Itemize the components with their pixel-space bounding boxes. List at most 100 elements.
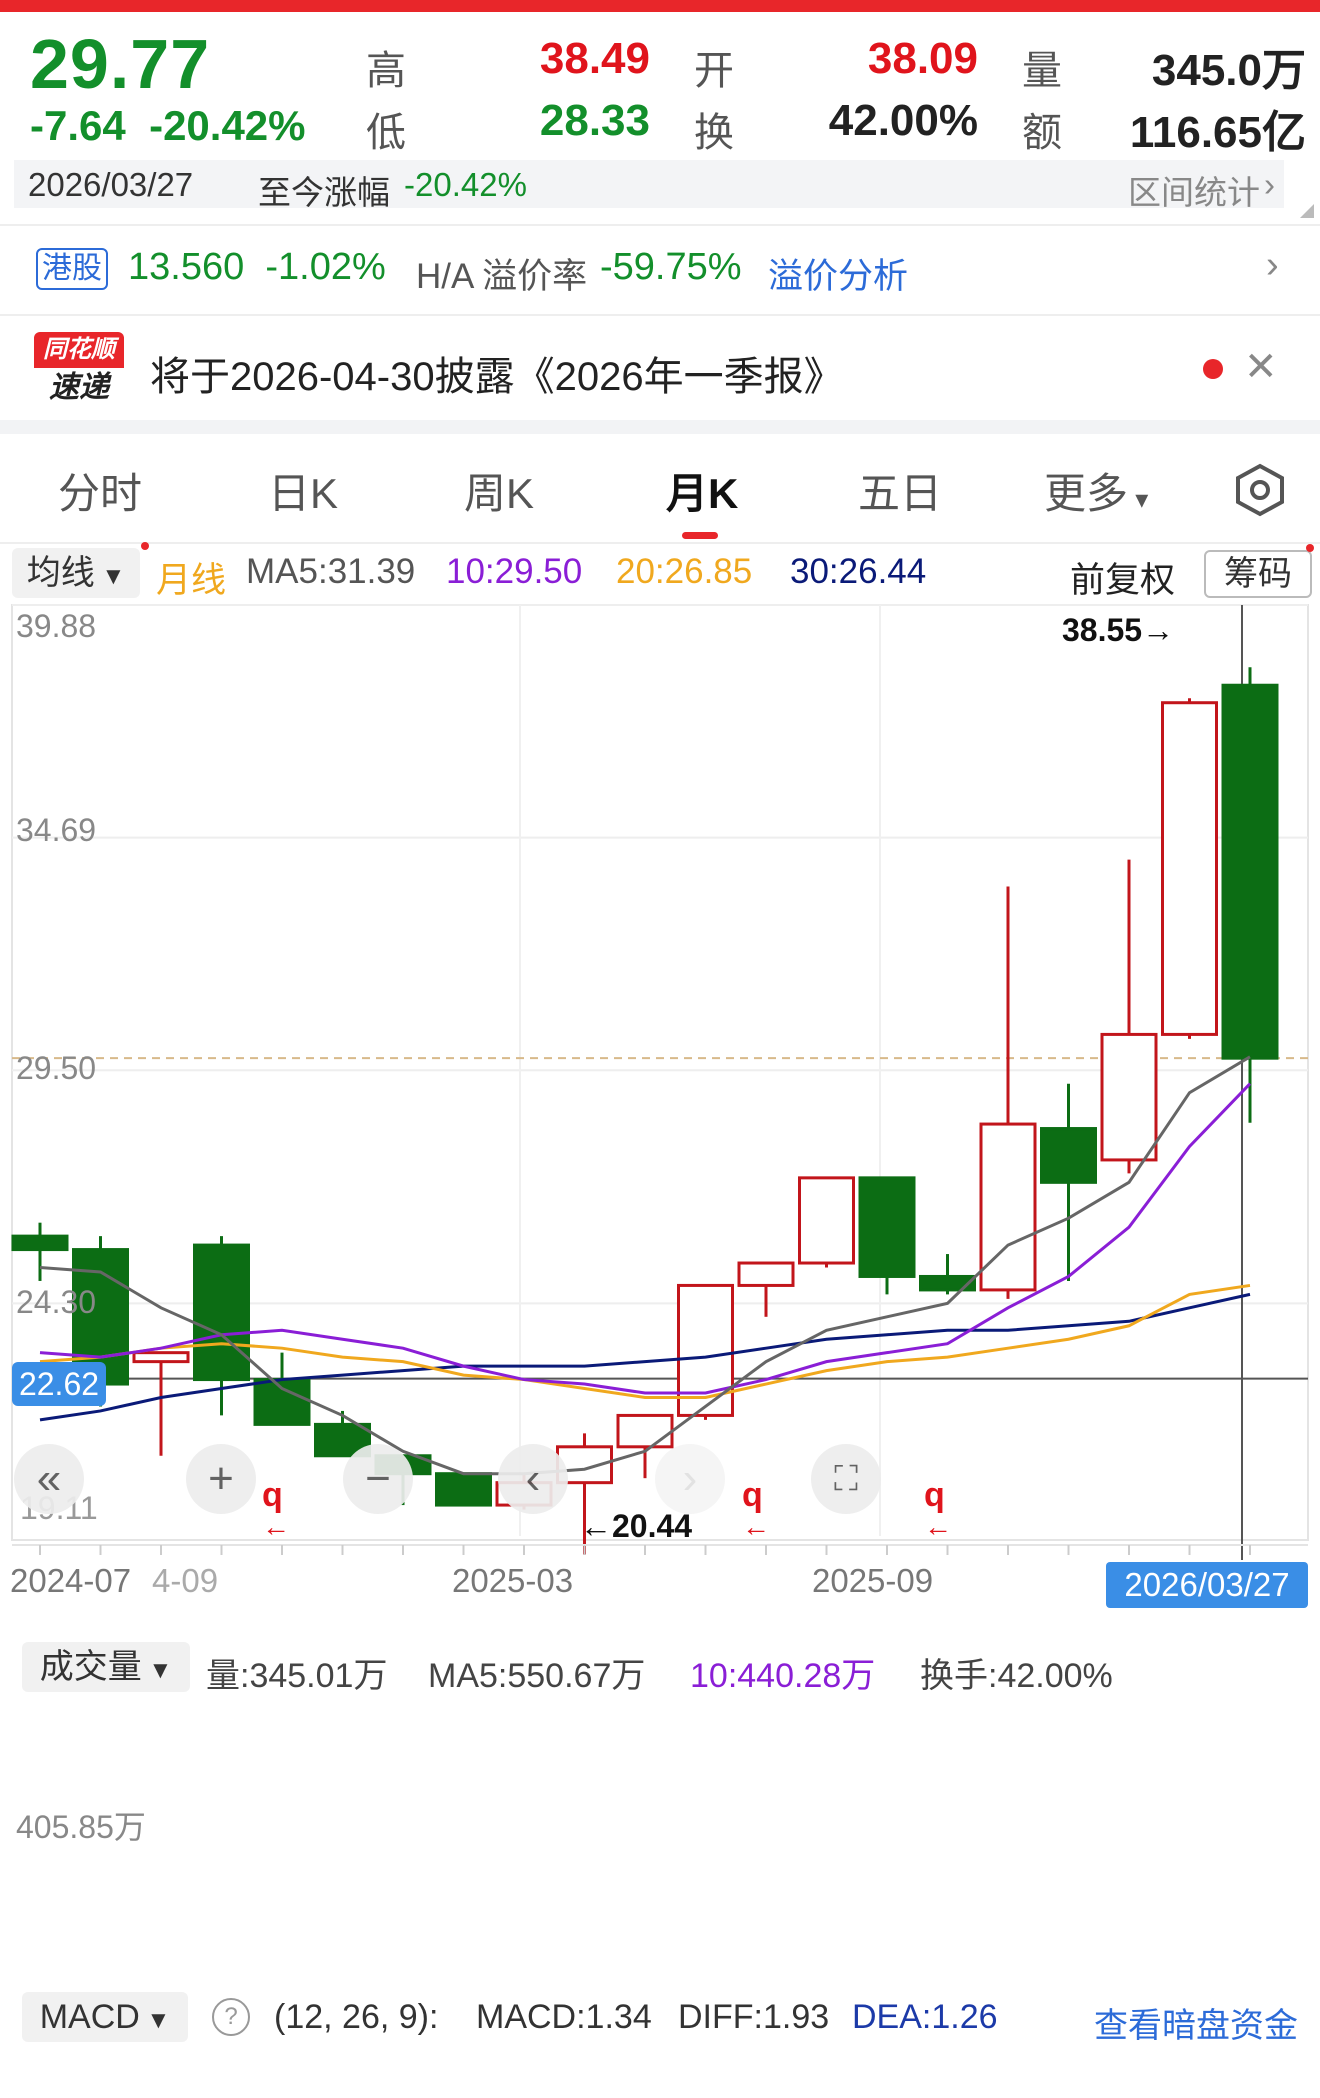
fullscreen-icon: ⛶ [834, 1459, 858, 1498]
caret-down-icon: ▼ [141, 1657, 173, 1684]
diff-value: DIFF:1.93 [678, 1998, 830, 2036]
turnover-text: 换手:42.00% [920, 1657, 1113, 1695]
candle-body [1040, 1127, 1097, 1184]
interval-stats-link[interactable]: 区间统计 [1128, 166, 1260, 214]
y-tick: 29.50 [16, 1050, 97, 1086]
candle-body [677, 1283, 734, 1417]
open-label: 开 [694, 49, 734, 93]
since-label: 至今涨幅 [258, 174, 390, 211]
low-label: 低 [366, 111, 406, 155]
double-chevron-left-icon: « [36, 1454, 62, 1503]
zoom-in-button[interactable]: + [186, 1444, 256, 1514]
turnover-value: 42.00% [828, 96, 978, 145]
caret-down-icon: ▼ [139, 2007, 171, 2034]
candle-body [193, 1243, 250, 1382]
chevron-right-icon[interactable]: › [1266, 244, 1279, 287]
x-tick: 4-09 [152, 1562, 219, 1599]
dark-pool-link[interactable]: 查看暗盘资金 [1094, 1998, 1298, 2047]
dividend-marker-icon[interactable]: q ← [262, 1478, 290, 1542]
volume-indicator-selector[interactable]: 成交量 ▼ [22, 1642, 190, 1692]
tab-monthly-k[interactable]: 月K [666, 460, 738, 521]
chevron-left-icon: ‹ [525, 1454, 541, 1503]
tonghuashun-logo: 同花顺 速递 [34, 332, 124, 408]
dividend-marker-icon[interactable]: q ← [924, 1478, 952, 1542]
last-price: 29.77 [30, 25, 211, 103]
interval-date: 2026/03/27 [28, 166, 194, 203]
chevron-right-icon: › [682, 1454, 698, 1503]
turnover-label: 换 [694, 111, 734, 155]
candle-body [11, 1234, 69, 1252]
candle-body [858, 1176, 916, 1278]
max-price-annotation: 38.55→ [1062, 612, 1175, 648]
premium-label: H/A 溢价率 [416, 257, 588, 296]
tab-intraday[interactable]: 分时 [58, 460, 142, 521]
candle-body [798, 1176, 855, 1265]
notice-text[interactable]: 将于2026-04-30披露《2026年一季报》 [150, 344, 844, 402]
hk-price: 13.560 -1.02% [128, 246, 386, 288]
volume-ma5: MA5:550.67万 [428, 1657, 646, 1695]
volume-ma10: 10:440.28万 [690, 1657, 876, 1695]
crosshair-date-tag: 2026/03/27 [1106, 1562, 1308, 1608]
divider [0, 224, 1320, 226]
volume-y-tick: 405.85万 [16, 1809, 146, 1845]
crosshair-price-tag: 22.62 [12, 1362, 106, 1406]
high-label: 高 [366, 49, 406, 93]
dividend-marker-icon[interactable]: q ← [742, 1478, 770, 1542]
y-tick: 39.88 [16, 608, 97, 644]
fast-rewind-button[interactable]: « [14, 1444, 84, 1514]
caret-down-icon: ▾ [1128, 484, 1149, 514]
tab-five-day[interactable]: 五日 [858, 460, 942, 521]
candle-body [1161, 701, 1218, 1036]
tab-weekly-k[interactable]: 周K [464, 460, 534, 521]
fullscreen-button[interactable]: ⛶ [811, 1444, 881, 1514]
settings-hex-icon[interactable] [1232, 462, 1288, 518]
open-value: 38.09 [867, 34, 978, 83]
low-value: 28.33 [539, 96, 650, 145]
y-tick: 24.30 [16, 1284, 97, 1320]
volume-text: 量:345.01万 [206, 1657, 388, 1695]
volume-value: 345.0万 [1151, 46, 1306, 95]
close-icon[interactable]: ✕ [1244, 344, 1278, 390]
premium-analysis-link[interactable]: 溢价分析 [768, 248, 908, 299]
tab-daily-k[interactable]: 日K [268, 460, 338, 521]
kline-chart[interactable] [0, 540, 1320, 1560]
macd-value: MACD:1.34 [476, 1998, 652, 2036]
volume-label: 量 [1022, 49, 1062, 93]
price-change: -7.64 -20.42% [30, 102, 306, 149]
scroll-right-button[interactable]: › [655, 1444, 725, 1514]
min-price-annotation: ←20.44 [580, 1508, 693, 1544]
divider [0, 314, 1320, 316]
candle-body [1221, 683, 1279, 1060]
x-tick: 2024-07 [10, 1562, 132, 1599]
hk-share-tag: 港股 [36, 248, 108, 290]
candle-body [737, 1261, 795, 1287]
unread-dot-icon [1203, 359, 1223, 379]
macd-indicator-selector[interactable]: MACD ▼ [22, 1992, 188, 2042]
candle-body [132, 1351, 190, 1364]
x-tick: 2025-09 [812, 1562, 934, 1599]
candle-body [616, 1413, 674, 1449]
x-tick: 2025-03 [452, 1562, 574, 1599]
active-tab-indicator [682, 532, 718, 539]
corner-fold-icon [1300, 204, 1314, 218]
candle-body [1100, 1032, 1158, 1162]
high-value: 38.49 [539, 34, 650, 83]
section-gap [0, 420, 1320, 434]
plus-icon: + [208, 1454, 234, 1503]
premium-value: -59.75% [600, 246, 742, 288]
candle-body [435, 1472, 492, 1507]
scroll-left-button[interactable]: ‹ [498, 1444, 568, 1514]
interval-bar[interactable]: 2026/03/27 至今涨幅 -20.42% 区间统计 › [14, 160, 1284, 211]
dea-value: DEA:1.26 [852, 1998, 998, 2036]
amount-value: 116.65亿 [1129, 108, 1306, 157]
macd-params: (12, 26, 9): [274, 1998, 439, 2036]
tab-more[interactable]: 更多 ▾ [1044, 460, 1148, 521]
candle-body [253, 1378, 311, 1426]
minus-icon: − [365, 1454, 391, 1503]
y-tick: 34.69 [16, 812, 97, 848]
since-value: -20.42% [404, 166, 527, 203]
help-icon[interactable]: ? [212, 1998, 250, 2036]
amount-label: 额 [1022, 111, 1062, 155]
chevron-right-icon: › [1264, 166, 1275, 203]
zoom-out-button[interactable]: − [343, 1444, 413, 1514]
